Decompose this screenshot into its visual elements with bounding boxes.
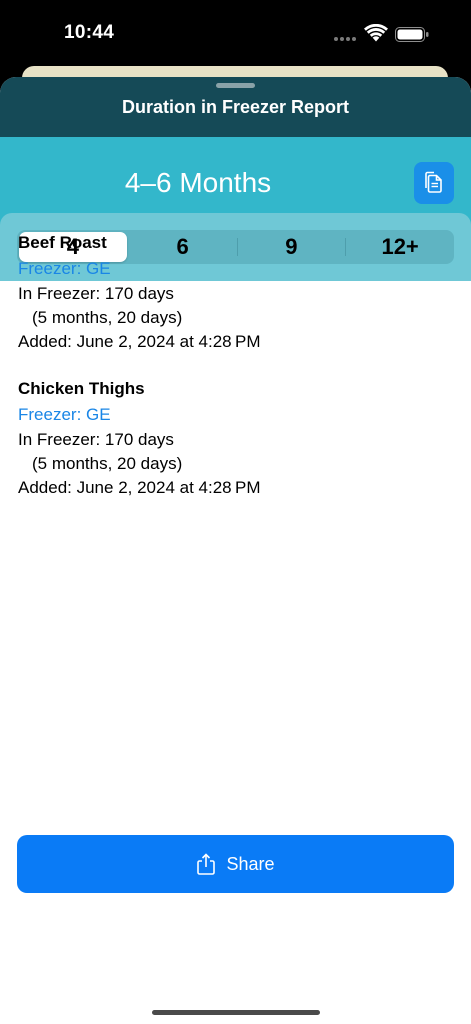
share-icon (197, 853, 216, 875)
report-list: Beef Roast Freezer: GE In Freezer: 170 d… (18, 230, 453, 522)
wifi-icon (364, 24, 388, 42)
list-item: Beef Roast Freezer: GE In Freezer: 170 d… (18, 230, 453, 354)
item-in-freezer: In Freezer: 170 days (18, 430, 174, 449)
item-in-freezer: In Freezer: 170 days (18, 284, 174, 303)
share-button[interactable]: Share (17, 835, 454, 893)
sheet-title: Duration in Freezer Report (121, 97, 350, 117)
item-freezer: Freezer: GE (18, 405, 111, 424)
item-duration-breakdown: (5 months, 20 days) (32, 308, 183, 327)
range-title: 4–6 Months (124, 167, 272, 198)
sheet-grabber[interactable] (216, 83, 255, 88)
item-name: Beef Roast (18, 233, 107, 252)
item-added: Added: June 2, 2024 at 4:28 PM (18, 332, 261, 351)
item-added: Added: June 2, 2024 at 4:28 PM (18, 478, 261, 497)
home-indicator[interactable] (152, 1010, 320, 1015)
battery-icon (395, 27, 429, 42)
item-duration-breakdown: (5 months, 20 days) (32, 454, 183, 473)
copy-button[interactable] (414, 162, 454, 204)
status-bar: 10:44 (0, 0, 471, 66)
screen: 10:44 Duration in Freezer Report 4–6 Mon… (0, 0, 471, 1024)
cellular-signal-icon (334, 37, 358, 43)
item-freezer: Freezer: GE (18, 259, 111, 278)
list-item: Chicken Thighs Freezer: GE In Freezer: 1… (18, 376, 453, 500)
copy-icon (425, 171, 442, 193)
sheet-header: Duration in Freezer Report (0, 77, 471, 137)
item-name: Chicken Thighs (18, 379, 145, 398)
share-label: Share (226, 853, 275, 874)
status-time: 10:44 (64, 22, 115, 43)
